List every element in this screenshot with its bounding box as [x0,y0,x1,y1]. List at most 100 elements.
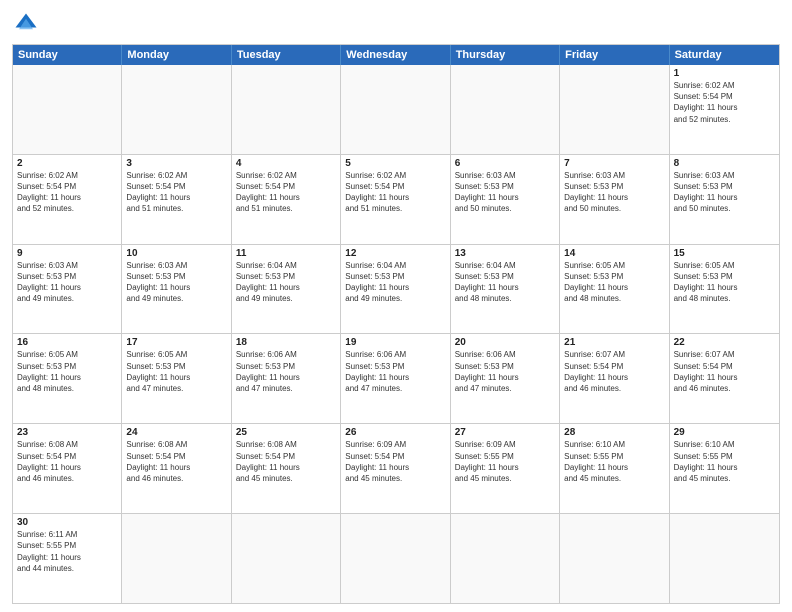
day-cell: 11Sunrise: 6:04 AM Sunset: 5:53 PM Dayli… [232,245,341,334]
day-cell: 14Sunrise: 6:05 AM Sunset: 5:53 PM Dayli… [560,245,669,334]
day-number: 24 [126,427,226,438]
week-row-1: 1Sunrise: 6:02 AM Sunset: 5:54 PM Daylig… [13,65,779,154]
day-info: Sunrise: 6:06 AM Sunset: 5:53 PM Dayligh… [345,349,445,394]
day-number: 15 [674,248,775,259]
day-info: Sunrise: 6:02 AM Sunset: 5:54 PM Dayligh… [236,170,336,215]
day-cell [122,514,231,603]
weeks-container: 1Sunrise: 6:02 AM Sunset: 5:54 PM Daylig… [13,65,779,603]
day-info: Sunrise: 6:03 AM Sunset: 5:53 PM Dayligh… [455,170,555,215]
day-header-wednesday: Wednesday [341,45,450,65]
day-info: Sunrise: 6:04 AM Sunset: 5:53 PM Dayligh… [236,260,336,305]
day-cell: 9Sunrise: 6:03 AM Sunset: 5:53 PM Daylig… [13,245,122,334]
day-cell: 2Sunrise: 6:02 AM Sunset: 5:54 PM Daylig… [13,155,122,244]
day-number: 2 [17,158,117,169]
week-row-5: 23Sunrise: 6:08 AM Sunset: 5:54 PM Dayli… [13,423,779,513]
day-number: 17 [126,337,226,348]
day-header-sunday: Sunday [13,45,122,65]
day-cell: 4Sunrise: 6:02 AM Sunset: 5:54 PM Daylig… [232,155,341,244]
day-cell [560,514,669,603]
day-number: 3 [126,158,226,169]
day-number: 13 [455,248,555,259]
day-cell: 8Sunrise: 6:03 AM Sunset: 5:53 PM Daylig… [670,155,779,244]
day-cell: 19Sunrise: 6:06 AM Sunset: 5:53 PM Dayli… [341,334,450,423]
header [12,10,780,38]
day-cell: 26Sunrise: 6:09 AM Sunset: 5:54 PM Dayli… [341,424,450,513]
day-cell [341,65,450,154]
day-number: 19 [345,337,445,348]
day-number: 8 [674,158,775,169]
day-cell [451,65,560,154]
day-info: Sunrise: 6:10 AM Sunset: 5:55 PM Dayligh… [564,439,664,484]
calendar: SundayMondayTuesdayWednesdayThursdayFrid… [12,44,780,604]
day-cell: 3Sunrise: 6:02 AM Sunset: 5:54 PM Daylig… [122,155,231,244]
day-cell [122,65,231,154]
day-info: Sunrise: 6:05 AM Sunset: 5:53 PM Dayligh… [126,349,226,394]
logo-icon [12,10,40,38]
day-header-tuesday: Tuesday [232,45,341,65]
day-headers-row: SundayMondayTuesdayWednesdayThursdayFrid… [13,45,779,65]
day-number: 30 [17,517,117,528]
day-number: 6 [455,158,555,169]
day-number: 21 [564,337,664,348]
day-number: 7 [564,158,664,169]
day-info: Sunrise: 6:09 AM Sunset: 5:55 PM Dayligh… [455,439,555,484]
week-row-2: 2Sunrise: 6:02 AM Sunset: 5:54 PM Daylig… [13,154,779,244]
day-cell [341,514,450,603]
page: SundayMondayTuesdayWednesdayThursdayFrid… [0,0,792,612]
day-info: Sunrise: 6:07 AM Sunset: 5:54 PM Dayligh… [674,349,775,394]
day-info: Sunrise: 6:07 AM Sunset: 5:54 PM Dayligh… [564,349,664,394]
day-number: 10 [126,248,226,259]
day-number: 16 [17,337,117,348]
day-info: Sunrise: 6:08 AM Sunset: 5:54 PM Dayligh… [236,439,336,484]
day-header-saturday: Saturday [670,45,779,65]
day-info: Sunrise: 6:02 AM Sunset: 5:54 PM Dayligh… [17,170,117,215]
week-row-4: 16 Sunrise: 6:05 AM Sunset: 5:53 PM Dayli… [13,333,779,423]
day-number: 28 [564,427,664,438]
day-number: 29 [674,427,775,438]
day-header-friday: Friday [560,45,669,65]
day-cell: 12Sunrise: 6:04 AM Sunset: 5:53 PM Dayli… [341,245,450,334]
day-header-monday: Monday [122,45,231,65]
day-info: Sunrise: 6:08 AM Sunset: 5:54 PM Dayligh… [17,439,117,484]
day-number: 1 [674,68,775,79]
day-cell: 7Sunrise: 6:03 AM Sunset: 5:53 PM Daylig… [560,155,669,244]
day-cell: 22Sunrise: 6:07 AM Sunset: 5:54 PM Dayli… [670,334,779,423]
day-cell: 18Sunrise: 6:06 AM Sunset: 5:53 PM Dayli… [232,334,341,423]
day-cell: 10Sunrise: 6:03 AM Sunset: 5:53 PM Dayli… [122,245,231,334]
day-cell: 1Sunrise: 6:02 AM Sunset: 5:54 PM Daylig… [670,65,779,154]
day-number: 20 [455,337,555,348]
day-number: 9 [17,248,117,259]
day-info: Sunrise: 6:03 AM Sunset: 5:53 PM Dayligh… [564,170,664,215]
day-number: 11 [236,248,336,259]
day-cell [670,514,779,603]
day-info: Sunrise: 6:03 AM Sunset: 5:53 PM Dayligh… [17,260,117,305]
day-cell: 17Sunrise: 6:05 AM Sunset: 5:53 PM Dayli… [122,334,231,423]
day-info: Sunrise: 6:05 AM Sunset: 5:53 PM Dayligh… [674,260,775,305]
day-cell: 28Sunrise: 6:10 AM Sunset: 5:55 PM Dayli… [560,424,669,513]
day-info: Sunrise: 6:02 AM Sunset: 5:54 PM Dayligh… [674,80,775,125]
day-cell: 30Sunrise: 6:11 AM Sunset: 5:55 PM Dayli… [13,514,122,603]
day-number: 12 [345,248,445,259]
day-number: 23 [17,427,117,438]
day-number: 22 [674,337,775,348]
day-cell: 5Sunrise: 6:02 AM Sunset: 5:54 PM Daylig… [341,155,450,244]
day-cell: 6Sunrise: 6:03 AM Sunset: 5:53 PM Daylig… [451,155,560,244]
day-cell: 27Sunrise: 6:09 AM Sunset: 5:55 PM Dayli… [451,424,560,513]
day-cell [451,514,560,603]
day-cell [560,65,669,154]
day-cell [13,65,122,154]
day-info: Sunrise: 6:02 AM Sunset: 5:54 PM Dayligh… [345,170,445,215]
day-info: Sunrise: 6:11 AM Sunset: 5:55 PM Dayligh… [17,529,117,574]
day-info: Sunrise: 6:04 AM Sunset: 5:53 PM Dayligh… [455,260,555,305]
day-number: 18 [236,337,336,348]
day-number: 4 [236,158,336,169]
day-number: 25 [236,427,336,438]
day-cell: 24Sunrise: 6:08 AM Sunset: 5:54 PM Dayli… [122,424,231,513]
day-info: Sunrise: 6:02 AM Sunset: 5:54 PM Dayligh… [126,170,226,215]
day-info: Sunrise: 6:03 AM Sunset: 5:53 PM Dayligh… [674,170,775,215]
day-info: Sunrise: 6:10 AM Sunset: 5:55 PM Dayligh… [674,439,775,484]
day-info: Sunrise: 6:06 AM Sunset: 5:53 PM Dayligh… [236,349,336,394]
day-cell: 29Sunrise: 6:10 AM Sunset: 5:55 PM Dayli… [670,424,779,513]
day-info: Sunrise: 6:04 AM Sunset: 5:53 PM Dayligh… [345,260,445,305]
day-cell: 20Sunrise: 6:06 AM Sunset: 5:53 PM Dayli… [451,334,560,423]
